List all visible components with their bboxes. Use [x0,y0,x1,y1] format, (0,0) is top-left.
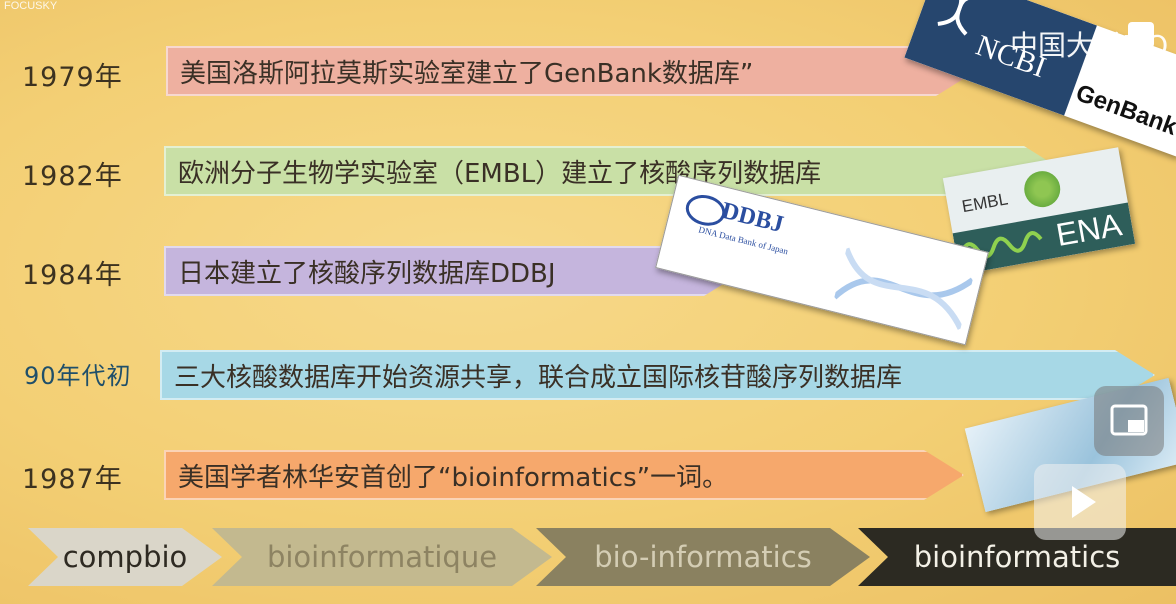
watermark: FOCUSKY [4,0,58,12]
embl-globe-icon [1021,168,1064,210]
year-label: 90年代初 [24,362,132,390]
ddbj-logo: DDBJ DNA Data Bank of Japan [655,174,989,346]
mooc-logo-icon [1128,22,1154,48]
event-band: 三大核酸数据库开始资源共享，联合成立国际核苷酸序列数据库 [160,350,1155,400]
pip-button[interactable] [1094,386,1164,456]
dna-helix-icon [832,247,975,330]
event-text: 欧洲分子生物学实验室（EMBL）建立了核酸序列数据库 [178,158,822,189]
year-label: 1984年 [22,260,123,291]
term-bioinformatique: bioinformatique [212,528,552,586]
term-bio-informatics: bio-informatics [536,528,870,586]
event-band: 日本建立了核酸序列数据库DDBJ [164,246,744,296]
event-band: 欧洲分子生物学实验室（EMBL）建立了核酸序列数据库 [164,146,1064,196]
genbank-text: GenBank [1072,79,1176,141]
event-band: 美国洛斯阿拉莫斯实验室建立了GenBank数据库” [166,46,976,96]
embl-text: EMBL [960,189,1010,217]
event-band: 美国学者林华安首创了“bioinformatics”一词。 [164,450,964,500]
year-label: 1982年 [22,161,123,192]
event-text: 三大核酸数据库开始资源共享，联合成立国际核苷酸序列数据库 [174,362,903,393]
play-button[interactable] [1034,464,1126,540]
term-compbio: compbio [28,528,222,586]
event-text: 美国学者林华安首创了“bioinformatics”一词。 [178,462,729,493]
year-label: 1979年 [22,62,123,93]
event-text: 日本建立了核酸序列数据库DDBJ [178,258,556,289]
pip-icon [1110,404,1148,436]
event-text: 美国洛斯阿拉莫斯实验室建立了GenBank数据库” [180,58,754,89]
play-icon [1072,486,1096,518]
year-label: 1987年 [22,464,123,495]
term-bioinformatics: bioinformatics [858,528,1176,586]
